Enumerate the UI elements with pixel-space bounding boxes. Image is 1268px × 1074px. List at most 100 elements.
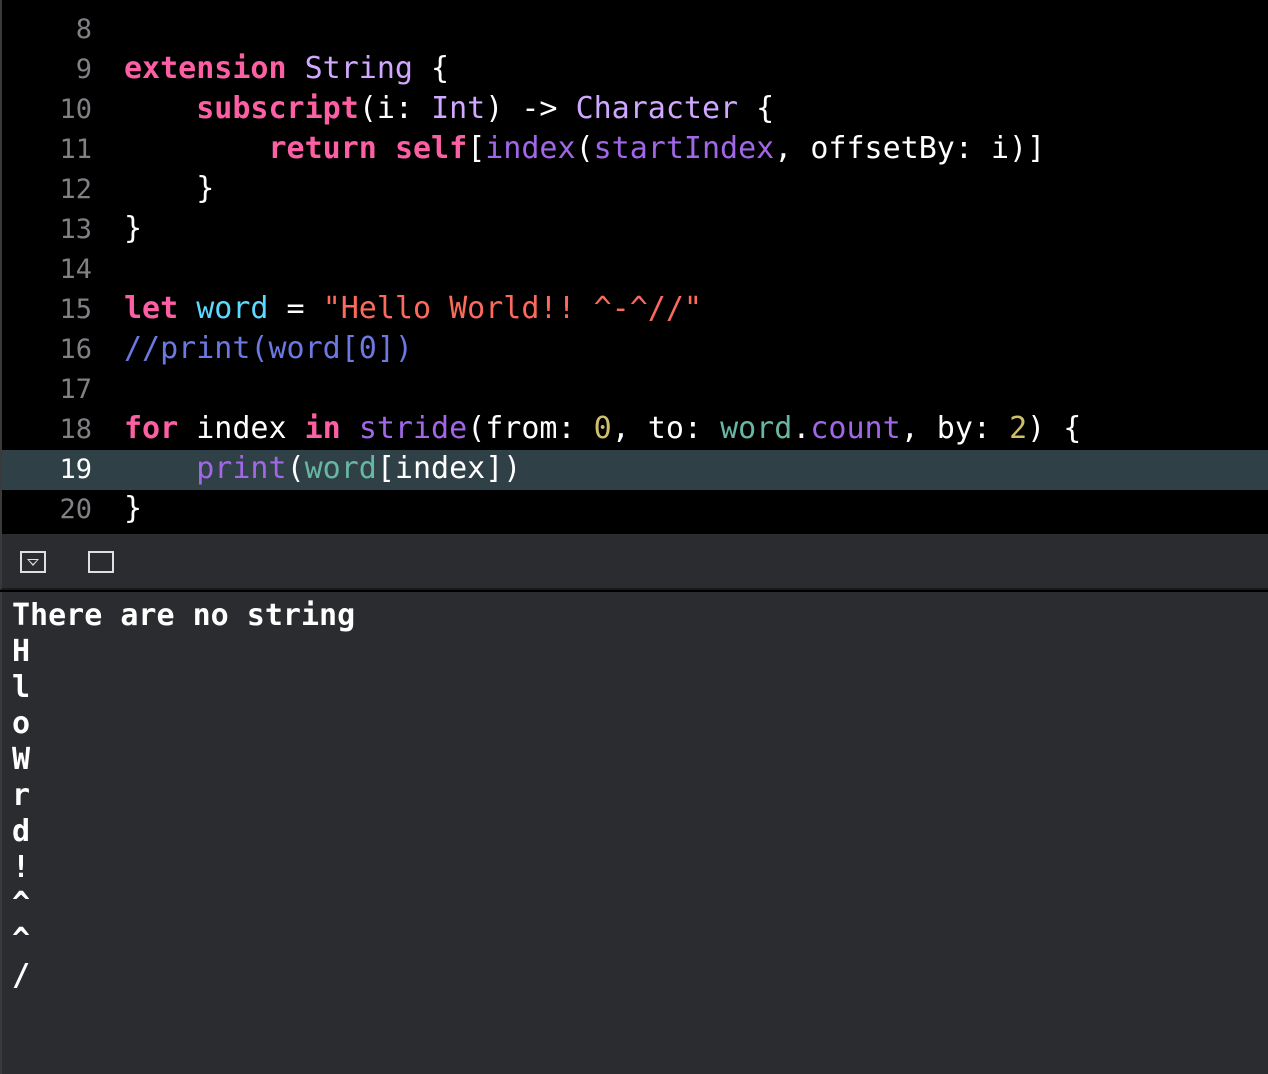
console-lines: There are no string Hl o Wr d! ^ ^ / <box>12 598 355 994</box>
code-text: } <box>124 209 142 249</box>
line-number: 9 <box>75 54 92 85</box>
console-line: d <box>12 814 31 849</box>
code-line-16[interactable]: 16 //print(word[0]) <box>2 330 1268 370</box>
code-token: , to: <box>611 411 721 446</box>
code-text: for index in stride(from: 0, to: word.co… <box>124 409 1081 449</box>
code-line-20[interactable]: 20} <box>2 490 1268 530</box>
code-token: print <box>196 451 287 486</box>
line-number: 12 <box>59 174 92 205</box>
line-number: 8 <box>75 14 92 45</box>
console-line: ! <box>12 850 31 885</box>
code-token: //print(word[0]) <box>124 331 413 366</box>
code-text: subscript(i: Int) -> Character { <box>124 89 774 129</box>
code-token: String <box>304 51 413 86</box>
console-line: ^ <box>12 886 31 921</box>
code-editor[interactable]: 8 9 extension String {10 subscript(i: Int)… <box>0 0 1268 534</box>
code-token: , by: <box>900 411 1010 446</box>
code-token: word <box>304 451 377 486</box>
console-line: ^ <box>12 922 31 957</box>
console-line: l <box>12 670 31 705</box>
code-token: "Hello World!! ^-^//" <box>322 291 702 326</box>
code-token: 0 <box>593 411 612 446</box>
code-line-10[interactable]: 10 subscript(i: Int) -> Character { <box>2 90 1268 130</box>
code-token: (i: <box>358 91 432 126</box>
code-token: } <box>124 211 143 246</box>
line-number: 20 <box>59 494 92 525</box>
code-token: [index]) <box>376 451 522 486</box>
code-line-15[interactable]: 15 let word = "Hello World!! ^-^//" <box>2 290 1268 330</box>
code-token: return <box>268 131 377 166</box>
code-text: return self[index(startIndex, offsetBy: … <box>124 129 1046 169</box>
code-token: stride <box>358 411 468 446</box>
code-token: for <box>124 411 179 446</box>
code-token: index <box>485 131 576 166</box>
line-number: 17 <box>59 374 92 405</box>
console-line: r <box>12 778 31 813</box>
code-token: = <box>268 291 323 326</box>
line-number: 16 <box>59 334 92 365</box>
line-number: 13 <box>59 214 92 245</box>
line-number: 11 <box>59 134 92 165</box>
code-token: startIndex <box>593 131 775 166</box>
code-line-19[interactable]: 19 print(word[index]) <box>2 450 1268 490</box>
console-line: o <box>12 706 31 741</box>
code-line-12[interactable]: 12 } <box>2 170 1268 210</box>
code-token: { <box>413 51 450 86</box>
code-text: extension String { <box>124 49 449 89</box>
line-number: 15 <box>59 294 92 325</box>
code-token: ( <box>286 451 305 486</box>
code-token: Character <box>575 91 739 126</box>
code-line-17[interactable]: 17 <box>2 370 1268 410</box>
code-token: let <box>124 291 179 326</box>
code-line-11[interactable]: 11 return self[index(startIndex, offsetB… <box>2 130 1268 170</box>
code-token: } <box>124 171 215 206</box>
hide-debug-area-icon[interactable] <box>20 551 46 573</box>
code-token: ( <box>575 131 594 166</box>
code-line-9[interactable]: 9 extension String { <box>2 50 1268 90</box>
code-token: } <box>124 491 143 526</box>
code-text: } <box>124 489 142 529</box>
code-token: index <box>178 411 305 446</box>
console-output[interactable]: There are no string Hl o Wr d! ^ ^ / <box>0 592 1268 1074</box>
code-token: { <box>738 91 775 126</box>
split-view-icon[interactable] <box>88 551 114 573</box>
code-token: ) { <box>1027 411 1082 446</box>
code-token: Int <box>431 91 486 126</box>
line-number: 14 <box>59 254 92 285</box>
code-token: 2 <box>1009 411 1028 446</box>
code-token: [ <box>467 131 486 166</box>
line-number: 19 <box>59 454 92 485</box>
code-token: in <box>304 411 341 446</box>
code-line-13[interactable]: 13} <box>2 210 1268 250</box>
code-token: , offsetBy: i)] <box>774 131 1046 166</box>
code-token: self <box>394 131 468 166</box>
line-number: 18 <box>59 414 92 445</box>
line-number: 10 <box>59 94 92 125</box>
code-token: word <box>720 411 793 446</box>
code-text: } <box>124 169 214 209</box>
code-line-14[interactable]: 14 <box>2 250 1268 290</box>
code-line-8[interactable]: 8 <box>2 10 1268 50</box>
code-token: (from: <box>467 411 594 446</box>
code-token: word <box>196 291 269 326</box>
code-text: //print(word[0]) <box>124 329 413 369</box>
code-token: subscript <box>196 91 359 126</box>
code-token: count <box>810 411 901 446</box>
code-text: let word = "Hello World!! ^-^//" <box>124 289 702 329</box>
code-token: . <box>792 411 811 446</box>
code-line-18[interactable]: 18 for index in stride(from: 0, to: word.… <box>2 410 1268 450</box>
console-line: / <box>12 958 31 993</box>
console-line: H <box>12 634 31 669</box>
code-text: print(word[index]) <box>124 449 521 489</box>
code-token: ) -> <box>485 91 576 126</box>
console-line: W <box>12 742 31 777</box>
debug-toolbar <box>0 534 1268 590</box>
console-line: There are no string <box>12 598 356 633</box>
